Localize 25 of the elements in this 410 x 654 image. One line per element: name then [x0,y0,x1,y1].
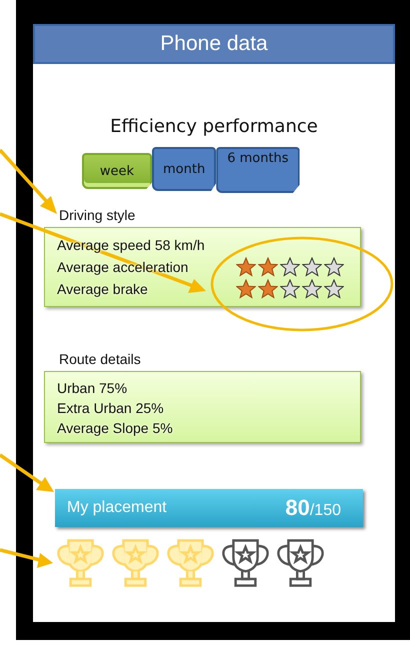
filled-star-icon [236,279,256,299]
filled-star-icon [258,279,278,299]
filled-star-icon [236,257,256,277]
period-tab[interactable]: month [152,147,216,191]
section-heading: Efficiency performance [109,116,319,137]
annotation-arrow [0,548,53,568]
period-tab[interactable]: 6 months [216,147,300,193]
placement-score: 80/150 [285,495,341,521]
placement-label: My placement [67,499,167,517]
empty-star-icon [302,279,322,299]
empty-star-icon [280,279,300,299]
title-bar: Phone data [33,24,395,64]
annotation-arrow [0,454,54,492]
route-detail-text: Extra Urban 25% [57,399,165,418]
period-tab[interactable]: week [82,153,152,189]
section-label: Route details [59,351,142,367]
route-detail-text: Average Slope 5% [57,419,174,438]
route-detail-text: Urban 75% [57,379,128,398]
empty-star-icon [324,279,344,299]
filled-star-icon [258,257,278,277]
empty-star-icon [280,257,300,277]
driving-style-text: Average brake [57,281,148,297]
empty-star-icon [302,257,322,277]
empty-star-icon [324,257,344,277]
section-label: Driving style [59,207,136,223]
